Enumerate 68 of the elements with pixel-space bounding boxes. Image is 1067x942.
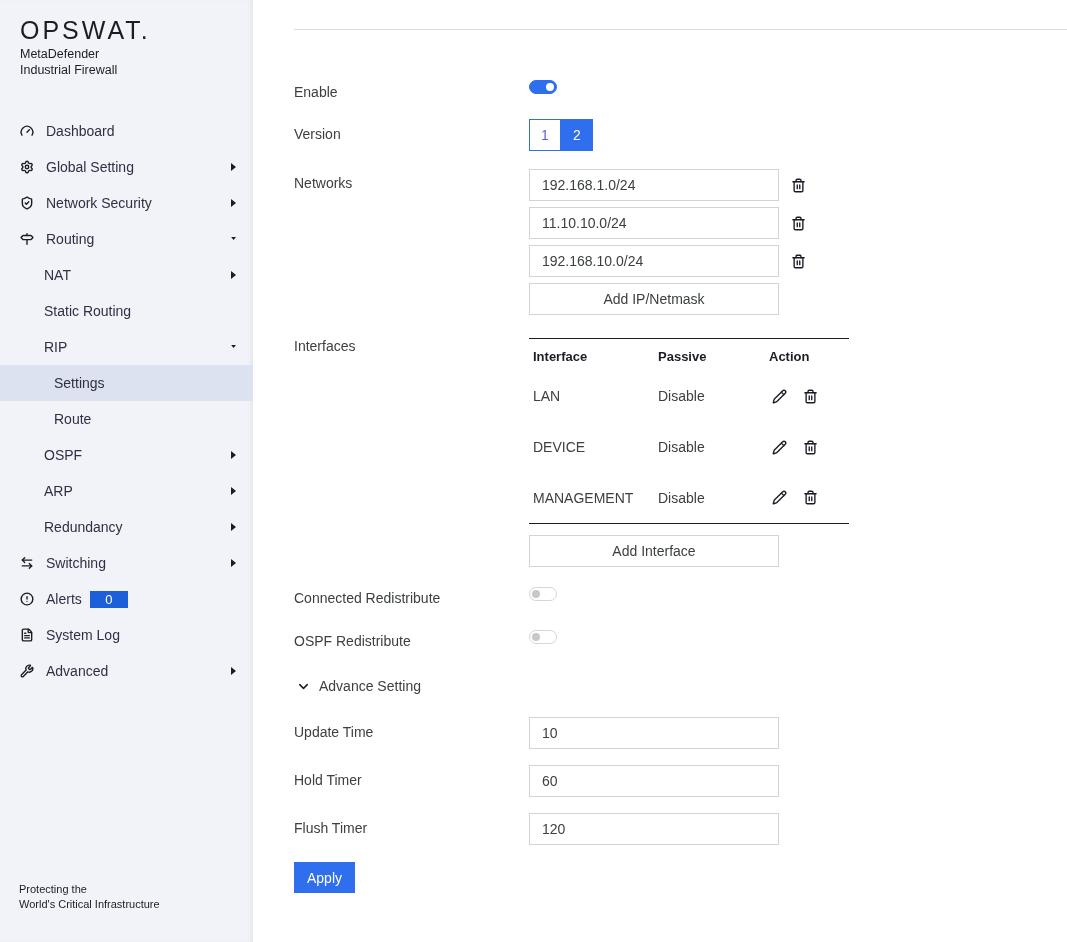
count-badge: 0 bbox=[89, 590, 128, 608]
sidebar-item[interactable]: RIP bbox=[0, 329, 253, 365]
input-field[interactable]: 192.168.10.0/24 bbox=[529, 245, 779, 277]
edit-button[interactable] bbox=[772, 439, 787, 455]
menu-icon bbox=[20, 196, 34, 210]
sidebar-item[interactable]: Dashboard bbox=[0, 113, 253, 149]
input-field[interactable]: 11.10.10.0/24 bbox=[529, 207, 779, 239]
edit-button[interactable] bbox=[772, 388, 787, 404]
sidebar-item[interactable]: Settings bbox=[0, 365, 253, 401]
sidebar-item[interactable]: Redundancy bbox=[0, 509, 253, 545]
toggle-switch[interactable] bbox=[529, 80, 557, 94]
sidebar-item[interactable]: Switching bbox=[0, 545, 253, 581]
version-option[interactable]: 2 bbox=[561, 119, 593, 151]
sidebar-item[interactable]: Global Setting bbox=[0, 149, 253, 185]
column-header: Action bbox=[765, 338, 849, 371]
product-name: MetaDefender Industrial Firewall bbox=[20, 46, 119, 78]
menu-icon bbox=[20, 556, 34, 570]
add-interface-button[interactable]: Add Interface bbox=[529, 535, 779, 567]
delete-button[interactable] bbox=[803, 490, 818, 506]
field-label: Networks bbox=[294, 174, 354, 193]
sidebar-item[interactable]: Advanced bbox=[0, 653, 253, 689]
table-cell: MANAGEMENT bbox=[529, 472, 654, 524]
table-cell-text: Disable bbox=[657, 438, 706, 457]
sidebar-item[interactable]: Routing bbox=[0, 221, 253, 257]
input-field[interactable]: 10 bbox=[529, 717, 779, 749]
table-cell-text: LAN bbox=[532, 387, 562, 406]
sidebar-item[interactable]: Static Routing bbox=[0, 293, 253, 329]
sidebar-item[interactable]: Route bbox=[0, 401, 253, 437]
field-label: OSPF Redistribute bbox=[294, 632, 412, 651]
advance-setting-toggle[interactable]: Advance Setting bbox=[294, 667, 421, 699]
input-field[interactable]: 192.168.1.0/24 bbox=[529, 169, 779, 201]
sidebar-item[interactable]: ARP bbox=[0, 473, 253, 509]
version-option[interactable]: 1 bbox=[529, 119, 561, 151]
delete-button[interactable] bbox=[803, 439, 818, 455]
menu-icon bbox=[20, 592, 34, 606]
table-cell-text: DEVICE bbox=[532, 438, 587, 457]
column-header: Interface bbox=[529, 338, 654, 371]
menu-icon bbox=[20, 160, 34, 174]
field-label: Flush Timer bbox=[294, 819, 369, 838]
sidebar-item[interactable]: NAT bbox=[0, 257, 253, 293]
sidebar-item[interactable]: System Log bbox=[0, 617, 253, 653]
column-header: Passive bbox=[654, 338, 765, 371]
input-field[interactable]: 120 bbox=[529, 813, 779, 845]
delete-button[interactable] bbox=[803, 388, 818, 404]
field-label: Interfaces bbox=[294, 337, 357, 356]
tagline: Protecting the World's Critical Infrastructure bbox=[18, 882, 161, 912]
sidebar-item[interactable]: Network Security bbox=[0, 185, 253, 221]
delete-button[interactable] bbox=[791, 253, 806, 269]
menu-icon bbox=[20, 628, 34, 642]
input-field[interactable]: 60 bbox=[529, 765, 779, 797]
sidebar-item[interactable]: OSPF bbox=[0, 437, 253, 473]
delete-button[interactable] bbox=[791, 177, 806, 193]
field-label: Update Time bbox=[294, 723, 375, 742]
edit-button[interactable] bbox=[772, 490, 787, 506]
menu-icon bbox=[20, 664, 34, 678]
menu-icon bbox=[20, 232, 34, 246]
sidebar-item[interactable]: Alerts 0 bbox=[0, 581, 253, 617]
delete-button[interactable] bbox=[791, 215, 806, 231]
field-label: Hold Timer bbox=[294, 771, 363, 790]
apply-button[interactable]: Apply bbox=[294, 862, 355, 893]
field-label: Version bbox=[294, 125, 342, 144]
menu-icon bbox=[20, 124, 34, 138]
table-cell-text: Disable bbox=[657, 387, 706, 406]
brand-logo: OPSWAT. bbox=[20, 16, 152, 44]
add-ip-button[interactable]: Add IP/Netmask bbox=[529, 283, 779, 315]
field-label: Connected Redistribute bbox=[294, 589, 442, 608]
table-cell: Disable bbox=[654, 472, 765, 524]
field-label: Enable bbox=[294, 83, 339, 102]
